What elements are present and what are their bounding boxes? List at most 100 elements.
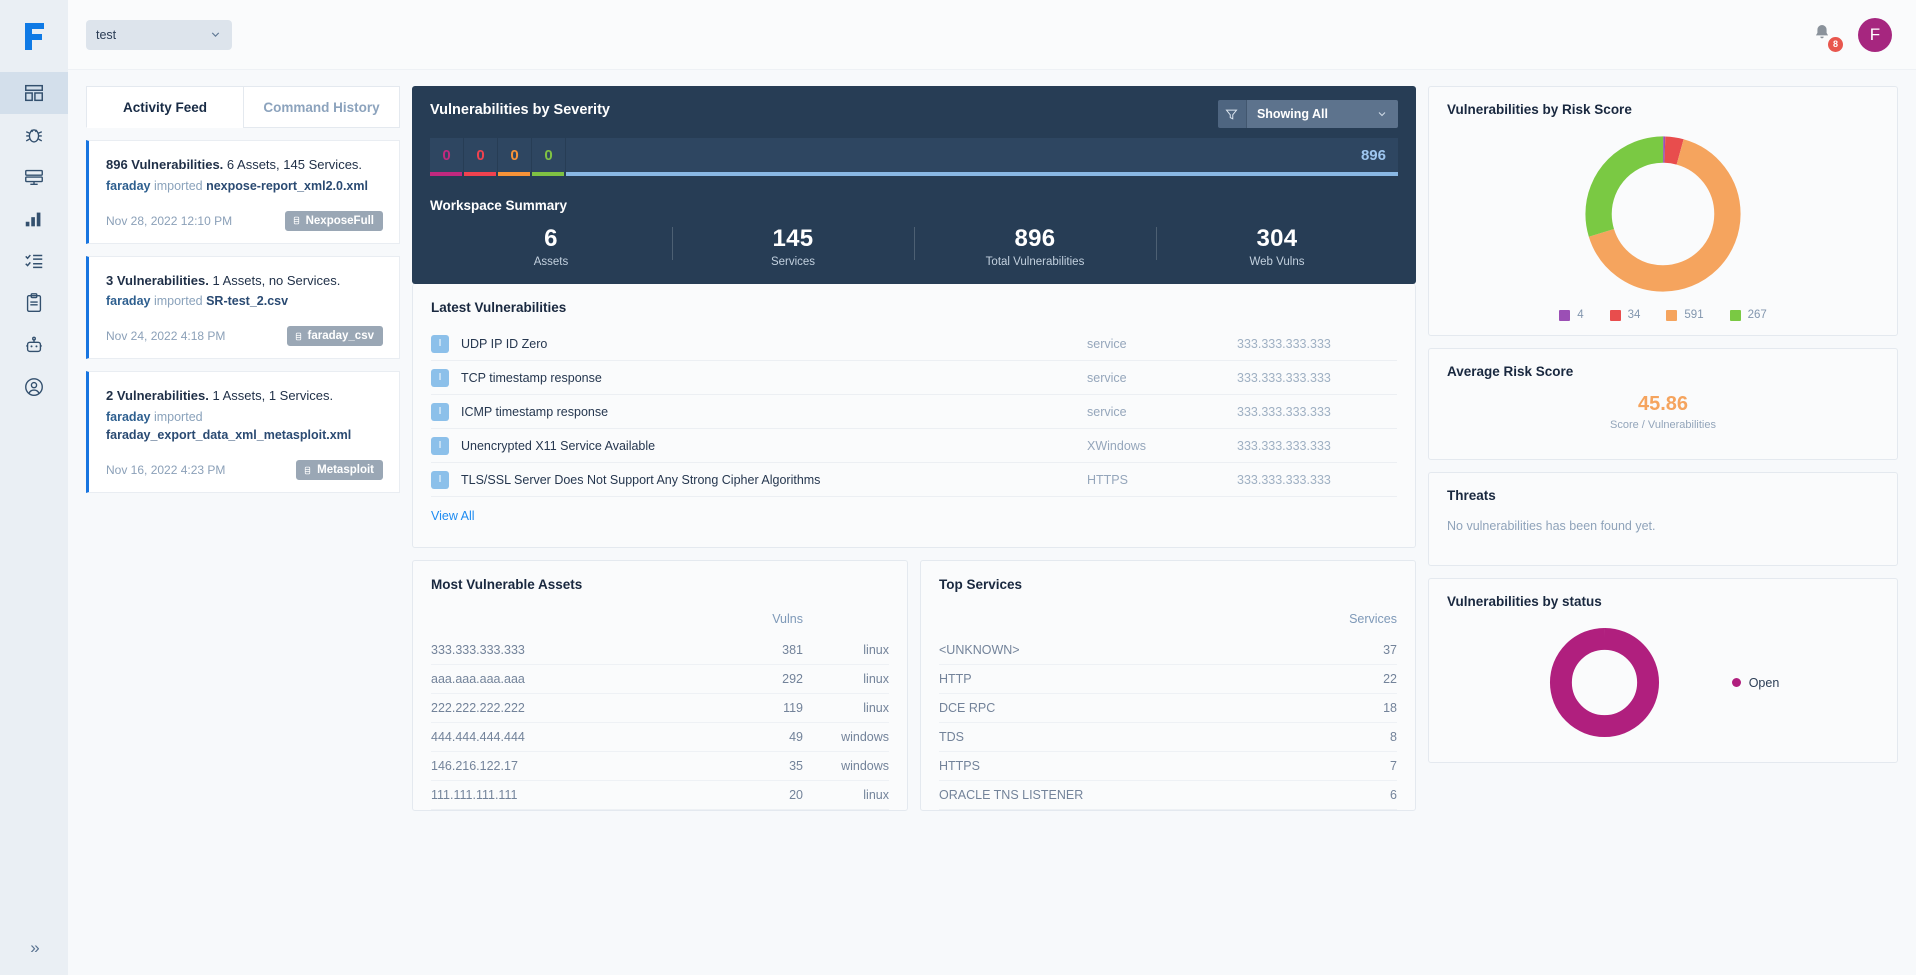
severity-value-high: 0 — [476, 147, 484, 164]
bug-icon — [23, 124, 45, 146]
top-services-card: Top Services Services <UNKNOWN> 37 HTTP … — [920, 560, 1416, 811]
activity-tool-tag[interactable]: Metasploit — [296, 460, 383, 480]
table-row[interactable]: 444.444.444.444 49 windows — [431, 723, 889, 752]
showing-all-dropdown[interactable]: Showing All — [1246, 100, 1398, 128]
sidebar-item-tasks[interactable] — [0, 240, 68, 282]
service-count: 37 — [1305, 643, 1397, 657]
column-services-count: Services — [1305, 612, 1397, 626]
table-row[interactable]: DCE RPC 18 — [939, 694, 1397, 723]
sidebar-item-analytics[interactable] — [0, 198, 68, 240]
threats-empty-text: No vulnerabilities has been found yet. — [1447, 519, 1879, 533]
table-row[interactable]: 146.216.122.17 35 windows — [431, 752, 889, 781]
legend-swatch — [1732, 678, 1741, 687]
legend-item[interactable]: 34 — [1610, 309, 1641, 321]
workspace-stats: 6 Assets 145 Services 896 Total Vulnerab… — [430, 225, 1398, 284]
asset-os: linux — [803, 788, 889, 802]
table-row[interactable]: I ICMP timestamp response service 333.33… — [431, 395, 1397, 429]
vulnerability-target: 333.333.333.333 — [1237, 439, 1397, 453]
sidebar-item-profile[interactable] — [0, 366, 68, 408]
activity-file: nexpose-report_xml2.0.xml — [206, 179, 368, 193]
activity-tool-tag[interactable]: faraday_csv — [287, 326, 384, 346]
severity-cell-high[interactable]: 0 — [464, 138, 498, 172]
view-all-link[interactable]: View All — [431, 509, 475, 523]
activity-footer: Nov 16, 2022 4:23 PM Metasploit — [106, 460, 383, 480]
legend-item[interactable]: 591 — [1666, 309, 1703, 321]
severity-underline-total — [566, 172, 1398, 176]
table-row[interactable]: 333.333.333.333 381 linux — [431, 636, 889, 665]
activity-verb: imported — [154, 294, 203, 308]
table-row[interactable]: I TCP timestamp response service 333.333… — [431, 361, 1397, 395]
vulnerability-target: 333.333.333.333 — [1237, 337, 1397, 351]
severity-cell-critical[interactable]: 0 — [430, 138, 464, 172]
stat-total-vulnerabilities: 896 Total Vulnerabilities — [914, 225, 1156, 268]
legend-label: 267 — [1748, 309, 1767, 321]
status-donut-icon[interactable] — [1547, 625, 1662, 740]
risk-score-card: Vulnerabilities by Risk Score 4 — [1428, 86, 1898, 336]
asset-name: 222.222.222.222 — [431, 701, 711, 715]
severity-total[interactable]: 896 — [566, 138, 1398, 172]
activity-file: SR-test_2.csv — [206, 294, 288, 308]
asset-name: 444.444.444.444 — [431, 730, 711, 744]
legend-label: Open — [1749, 676, 1780, 690]
tab-command-history[interactable]: Command History — [243, 86, 400, 128]
table-row[interactable]: HTTPS 7 — [939, 752, 1397, 781]
average-risk-score-title: Average Risk Score — [1447, 364, 1879, 379]
dashboard-icon — [23, 82, 45, 104]
avatar[interactable]: F — [1858, 18, 1892, 52]
threats-title: Threats — [1447, 488, 1879, 503]
filter-button[interactable] — [1218, 100, 1246, 128]
risk-score-legend: 4 34 591 267 — [1447, 305, 1879, 321]
table-row[interactable]: I UDP IP ID Zero service 333.333.333.333 — [431, 327, 1397, 361]
sidebar-collapse-toggle[interactable]: » — [0, 935, 68, 975]
table-row[interactable]: ORACLE TNS LISTENER 6 — [939, 781, 1397, 810]
vulnerability-target: 333.333.333.333 — [1237, 473, 1397, 487]
workspace-summary-title: Workspace Summary — [430, 198, 1398, 213]
bottom-tables: Most Vulnerable Assets Vulns 333.333.333… — [412, 560, 1416, 811]
vulnerability-target: 333.333.333.333 — [1237, 405, 1397, 419]
severity-value-low: 0 — [544, 147, 552, 164]
service-name: HTTPS — [939, 759, 1305, 773]
vulnerability-service: service — [1087, 337, 1237, 351]
severity-cell-medium[interactable]: 0 — [498, 138, 532, 172]
legend-swatch — [1559, 310, 1570, 321]
vulnerability-service: service — [1087, 405, 1237, 419]
table-row[interactable]: 222.222.222.222 119 linux — [431, 694, 889, 723]
latest-vulnerabilities-title: Latest Vulnerabilities — [431, 300, 1397, 315]
service-name: ORACLE TNS LISTENER — [939, 788, 1305, 802]
legend-item[interactable]: 4 — [1559, 309, 1583, 321]
workspace-selector[interactable]: test — [86, 20, 232, 50]
table-row[interactable]: I Unencrypted X11 Service Available XWin… — [431, 429, 1397, 463]
sidebar-item-dashboard[interactable] — [0, 72, 68, 114]
sidebar-item-reports[interactable] — [0, 282, 68, 324]
table-row[interactable]: I TLS/SSL Server Does Not Support Any St… — [431, 463, 1397, 497]
vulnerability-service: HTTPS — [1087, 473, 1237, 487]
activity-tool-tag-label: NexposeFull — [306, 215, 374, 227]
sidebar-item-assets[interactable] — [0, 156, 68, 198]
severity-cell-low[interactable]: 0 — [532, 138, 566, 172]
risk-score-title: Vulnerabilities by Risk Score — [1447, 102, 1879, 117]
legend-item[interactable]: 267 — [1730, 309, 1767, 321]
activity-footer: Nov 28, 2022 12:10 PM NexposeFull — [106, 211, 383, 231]
chevron-down-icon — [209, 28, 222, 41]
table-row[interactable]: HTTP 22 — [939, 665, 1397, 694]
table-header: Vulns — [431, 602, 889, 636]
app-logo[interactable] — [0, 0, 68, 72]
activity-card[interactable]: 896 Vulnerabilities. 6 Assets, 145 Servi… — [86, 140, 400, 244]
sidebar-item-vulnerabilities[interactable] — [0, 114, 68, 156]
asset-os: windows — [803, 759, 889, 773]
table-row[interactable]: <UNKNOWN> 37 — [939, 636, 1397, 665]
activity-card[interactable]: 2 Vulnerabilities. 1 Assets, 1 Services.… — [86, 371, 400, 493]
table-row[interactable]: aaa.aaa.aaa.aaa 292 linux — [431, 665, 889, 694]
vulnerability-name: TLS/SSL Server Does Not Support Any Stro… — [461, 473, 1087, 487]
notifications-button[interactable]: 8 — [1812, 22, 1836, 48]
risk-score-donut[interactable] — [1447, 117, 1879, 305]
tab-activity-feed[interactable]: Activity Feed — [86, 86, 243, 128]
table-row[interactable]: TDS 8 — [939, 723, 1397, 752]
sidebar-item-agents[interactable] — [0, 324, 68, 366]
funnel-icon — [1224, 107, 1239, 122]
clipboard-icon — [23, 292, 45, 314]
legend-item-open[interactable]: Open — [1732, 676, 1780, 690]
activity-card[interactable]: 3 Vulnerabilities. 1 Assets, no Services… — [86, 256, 400, 360]
table-row[interactable]: 111.111.111.111 20 linux — [431, 781, 889, 810]
activity-tool-tag[interactable]: NexposeFull — [285, 211, 383, 231]
